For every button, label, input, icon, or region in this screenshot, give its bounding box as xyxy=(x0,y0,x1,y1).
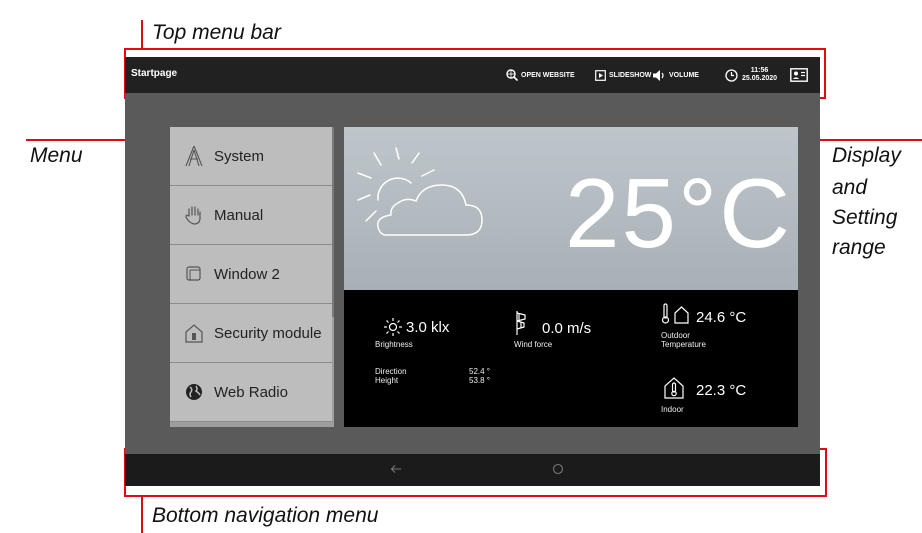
menu-item-system[interactable]: System xyxy=(170,127,332,186)
brightness-label: Brightness xyxy=(375,340,413,349)
home-circle-icon[interactable] xyxy=(552,463,564,475)
slideshow-button[interactable]: SLIDESHOW xyxy=(595,66,651,84)
annotation-display-1: Display xyxy=(832,144,901,167)
sun-icon xyxy=(384,318,402,336)
sun-height-label: Height xyxy=(375,376,399,385)
sun-direction-label: Direction xyxy=(375,367,407,376)
indoor-temperature-icon xyxy=(664,377,684,399)
clock-time: 11:56 xyxy=(750,67,769,74)
annotation-display-4: range xyxy=(832,236,886,259)
outdoor-label-line1: Outdoor xyxy=(661,331,690,340)
annotation-menu: Menu xyxy=(30,144,83,167)
clock-display: 11:56 25.05.2020 xyxy=(725,66,777,84)
page-title: Startpage xyxy=(131,68,178,79)
content-area: System Manual Window 2 Security module W… xyxy=(125,93,820,454)
menu-scrollbar[interactable] xyxy=(332,127,334,317)
windsock-icon xyxy=(516,311,526,335)
weather-panel: 25°C xyxy=(344,127,798,290)
clock-icon xyxy=(725,68,738,82)
sun-height-value: 53.8 ° xyxy=(469,376,490,385)
globe-icon xyxy=(174,383,214,401)
security-house-icon xyxy=(174,323,214,343)
annotation-top-menu-bar: Top menu bar xyxy=(152,21,281,44)
contact-card-icon xyxy=(790,68,808,82)
volume-icon xyxy=(653,69,664,81)
brightness-value: 3.0 klx xyxy=(406,319,450,336)
annotation-display-2: and xyxy=(832,176,868,199)
indoor-temperature-value: 22.3 °C xyxy=(696,382,747,399)
annotation-bottom-nav: Bottom navigation menu xyxy=(152,504,379,527)
sun-direction-value: 52.4 ° xyxy=(469,367,490,376)
menu-item-label: Security module xyxy=(214,324,322,342)
volume-label: VOLUME xyxy=(669,71,699,79)
menu-item-label: Window 2 xyxy=(214,265,280,283)
system-icon xyxy=(174,145,214,167)
annotation-display-3: Setting xyxy=(832,206,898,229)
open-website-label: OPEN WEBSITE xyxy=(521,71,575,79)
annotation-line-bottom xyxy=(141,497,143,533)
window-icon xyxy=(174,265,214,283)
wind-label: Wind force xyxy=(514,340,553,349)
wind-value: 0.0 m/s xyxy=(542,320,592,337)
side-menu: System Manual Window 2 Security module W… xyxy=(170,127,334,427)
outdoor-label-line2: Temperature xyxy=(661,340,706,349)
back-arrow-icon[interactable] xyxy=(390,464,402,474)
menu-item-manual[interactable]: Manual xyxy=(170,186,332,245)
menu-item-label: Manual xyxy=(214,206,264,224)
bottom-navigation-bar xyxy=(125,454,820,486)
annotation-line-top xyxy=(141,20,143,50)
slideshow-label: SLIDESHOW xyxy=(609,71,652,79)
menu-item-window-2[interactable]: Window 2 xyxy=(170,245,332,304)
globe-search-icon xyxy=(506,69,518,81)
menu-item-security-module[interactable]: Security module xyxy=(170,304,332,363)
clock-date: 25.05.2020 xyxy=(742,75,778,82)
volume-button[interactable]: VOLUME xyxy=(653,66,699,84)
menu-item-label: Web Radio xyxy=(214,383,288,401)
indoor-label: Indoor xyxy=(661,405,684,414)
device-screen: Startpage OPEN WEBSITE SLIDESHOW VOLUME xyxy=(125,57,820,486)
outdoor-temperature-value: 24.6 °C xyxy=(696,309,747,326)
slideshow-icon xyxy=(595,69,606,81)
menu-item-web-radio[interactable]: Web Radio xyxy=(170,363,332,422)
display-area: 25°C 3.0 klx Brightness 0.0 m/s Wind for… xyxy=(344,127,798,427)
hand-icon xyxy=(174,204,214,226)
open-website-button[interactable]: OPEN WEBSITE xyxy=(506,66,575,84)
top-menu-bar: Startpage OPEN WEBSITE SLIDESHOW VOLUME xyxy=(125,57,820,93)
current-temperature: 25°C xyxy=(565,158,792,268)
partly-cloudy-icon xyxy=(357,147,483,236)
outdoor-temperature-icon xyxy=(661,303,689,324)
menu-item-label: System xyxy=(214,147,265,165)
user-card-button[interactable] xyxy=(790,66,811,84)
